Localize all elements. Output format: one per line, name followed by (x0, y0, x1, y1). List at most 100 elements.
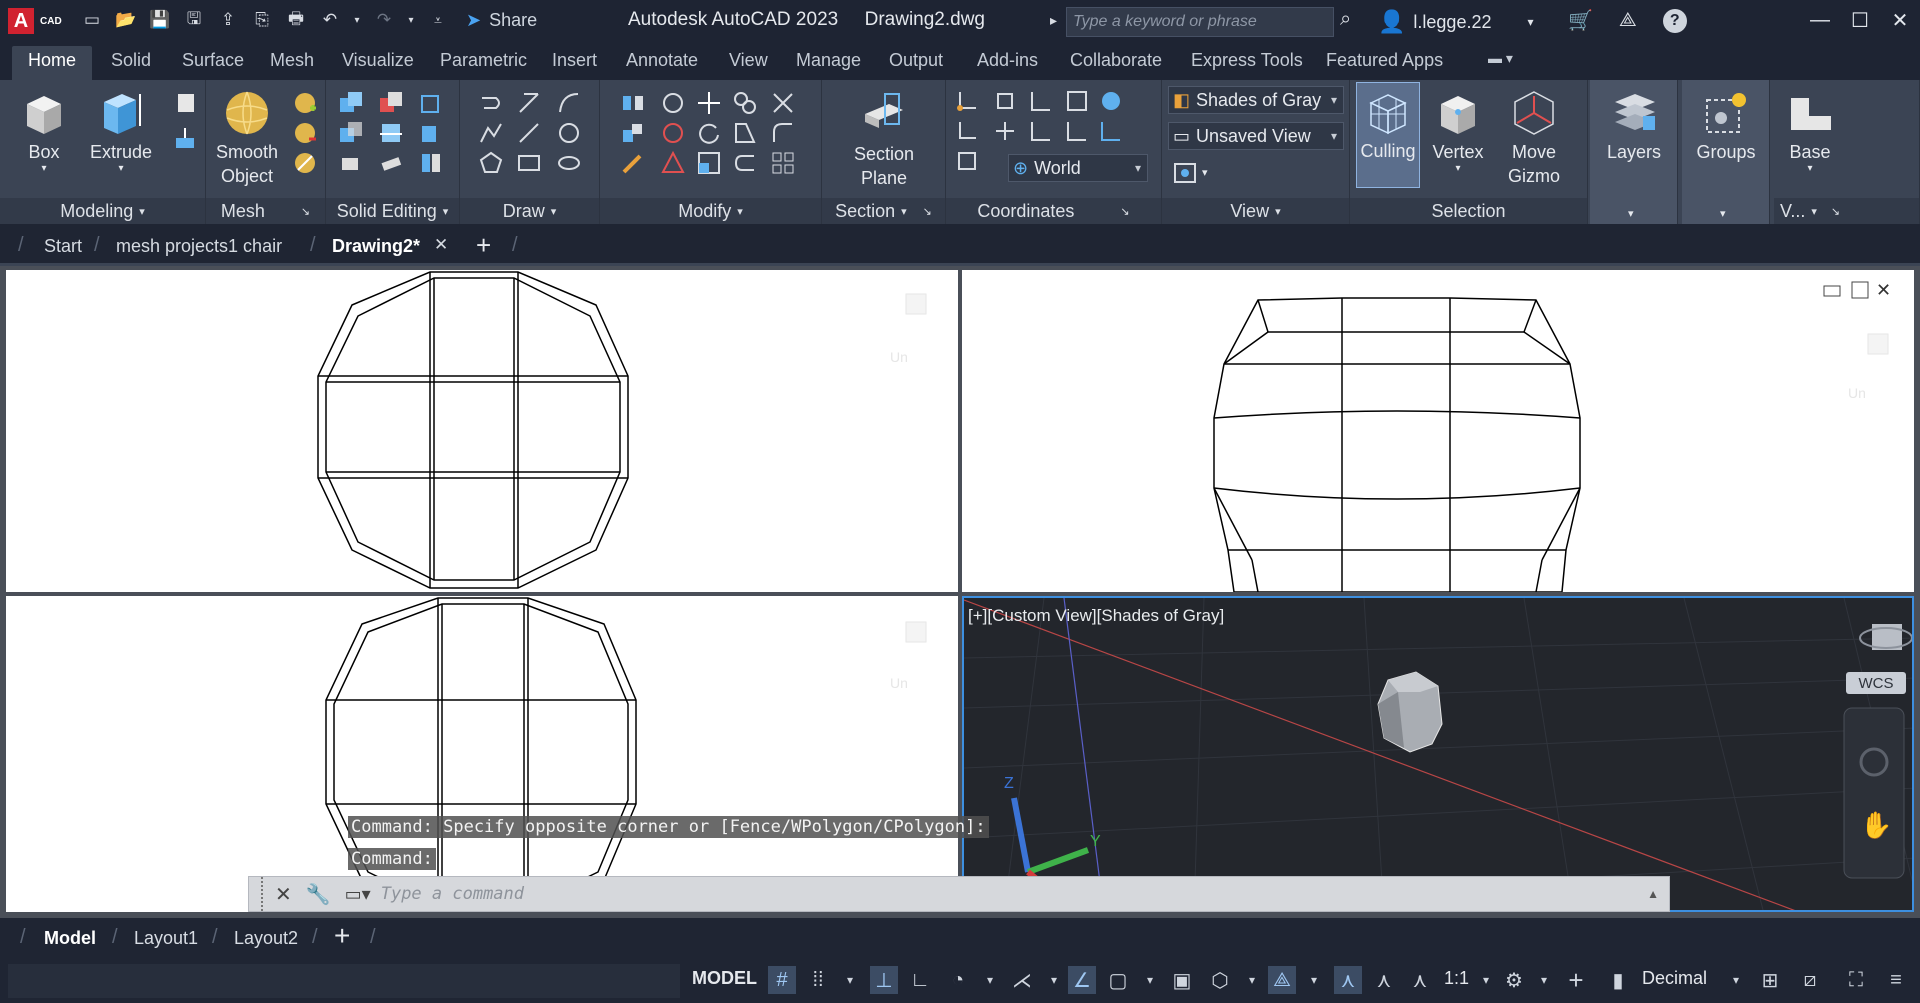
panel-mesh-label[interactable]: Mesh ↘ (206, 198, 325, 224)
viewport-minimize-icon[interactable] (1823, 285, 1841, 297)
gizmo-icon[interactable]: ⟁ (1268, 966, 1296, 994)
3d-osnap-icon[interactable]: ⬡ (1206, 966, 1234, 994)
tab-mesh[interactable]: Mesh (270, 50, 314, 71)
solid-3d-rotate-icon[interactable] (660, 90, 686, 116)
panel-solid-editing-label[interactable]: Solid Editing ▾ (326, 198, 459, 224)
named-view-dropdown[interactable]: ▭ Unsaved View ▾ (1168, 122, 1344, 150)
infer-constraints-icon[interactable]: ⊥ (870, 966, 898, 994)
box-button[interactable]: Box ▾ (14, 88, 74, 174)
panel-modify-label[interactable]: Modify ▾ (600, 198, 821, 224)
object-snap-icon[interactable]: ▢ (1104, 966, 1132, 994)
tab-surface[interactable]: Surface (182, 50, 244, 71)
help-icon[interactable]: ? (1662, 8, 1687, 33)
close-command-icon[interactable]: ✕ (275, 882, 292, 907)
workspace-dropdown-icon[interactable]: ▾ (1530, 966, 1558, 994)
groups-expand-icon[interactable]: ▾ (1720, 207, 1726, 220)
customize-qat-icon[interactable]: ⩡ (426, 8, 450, 32)
ellipse-icon[interactable] (556, 150, 582, 176)
ucs-object-icon[interactable] (954, 148, 980, 174)
polyline-icon[interactable] (478, 90, 504, 116)
ucs-view-icon[interactable] (1098, 118, 1124, 144)
quick-properties-icon[interactable]: ⊞ (1756, 966, 1784, 994)
vertex-button[interactable]: Vertex ▾ (1428, 88, 1488, 174)
scale-dropdown-icon[interactable]: ▾ (1472, 966, 1500, 994)
polysolid-icon[interactable] (172, 90, 198, 116)
3d-array-icon[interactable] (660, 120, 686, 146)
new-layout-icon[interactable]: + (334, 920, 350, 952)
tab-output[interactable]: Output (889, 50, 943, 71)
save-icon[interactable]: 💾 (148, 8, 172, 32)
search-icon[interactable]: ⌕ (1340, 8, 1351, 31)
ribbon-minimize-icon[interactable]: ▬ ▾ (1488, 50, 1513, 67)
graphics-performance-icon[interactable]: ⧄ (1796, 966, 1824, 994)
ucs-dropdown[interactable]: ⊕ World ▾ (1008, 154, 1148, 182)
gizmo-dropdown-icon[interactable]: ▾ (1300, 966, 1328, 994)
mesh-smooth-less-icon[interactable] (292, 120, 318, 146)
maximize-icon[interactable]: ☐ (1840, 4, 1880, 36)
3d-osnap-dropdown-icon[interactable]: ▾ (1238, 966, 1266, 994)
tab-mesh-projects[interactable]: mesh projects1 chair (116, 236, 282, 257)
tab-insert[interactable]: Insert (552, 50, 597, 71)
command-input[interactable]: Type a command (381, 884, 524, 904)
tab-solid[interactable]: Solid (111, 50, 151, 71)
layers-expand-icon[interactable]: ▾ (1628, 207, 1634, 220)
polar-dropdown-icon[interactable]: ▾ (976, 966, 1004, 994)
undo-icon[interactable]: ↶ (318, 8, 342, 32)
move-icon[interactable] (696, 90, 722, 116)
ucs-3point-icon[interactable] (954, 118, 980, 144)
ucs-y-icon[interactable] (1028, 118, 1054, 144)
ucs-zaxis-icon[interactable] (992, 118, 1018, 144)
customization-menu-icon[interactable]: ≡ (1882, 966, 1910, 994)
app-menu-button[interactable]: A CAD (8, 7, 70, 35)
extract-edges-icon[interactable] (418, 120, 444, 146)
panel-section-label[interactable]: Section ▾ ↘ (822, 198, 945, 224)
grid-icon[interactable]: # (768, 966, 796, 994)
viewport-config-icon[interactable] (1172, 160, 1198, 186)
offset-icon[interactable] (732, 150, 758, 176)
move-gizmo-button[interactable]: Move Gizmo (1498, 88, 1570, 188)
annotation-visibility-icon[interactable]: ⋏ (1334, 966, 1362, 994)
tab-layout2[interactable]: Layout2 (234, 928, 298, 949)
share-button[interactable]: ➤ Share (466, 10, 537, 31)
plot-icon[interactable]: 🖶 (284, 8, 308, 32)
tab-view[interactable]: View (729, 50, 768, 71)
clean-screen-icon[interactable]: ⛶ (1842, 966, 1870, 994)
workspace-gear-icon[interactable]: ⚙ (1500, 966, 1528, 994)
tab-featured-apps[interactable]: Featured Apps (1326, 50, 1443, 71)
trim-icon[interactable] (770, 90, 796, 116)
units-value[interactable]: Decimal (1642, 968, 1707, 989)
customize-wrench-icon[interactable]: 🔧 (306, 882, 331, 907)
panel-coordinates-label[interactable]: Coordinates ↘ (946, 198, 1161, 224)
tab-start[interactable]: Start (44, 236, 82, 257)
units-dropdown-icon[interactable]: ▾ (1722, 966, 1750, 994)
circle-icon[interactable] (556, 120, 582, 146)
tab-express-tools[interactable]: Express Tools (1191, 50, 1303, 71)
units-icon[interactable]: ▮ (1604, 966, 1632, 994)
isodraft-icon[interactable]: ⋌ (1008, 966, 1036, 994)
align-icon[interactable] (620, 120, 646, 146)
spline-icon[interactable] (478, 120, 504, 146)
ucs-named-icon[interactable] (1064, 88, 1090, 114)
rotate-icon[interactable] (696, 120, 722, 146)
new-tab-icon[interactable]: + (476, 230, 491, 261)
polar-icon[interactable]: ◔ (944, 966, 972, 994)
command-history-expand-icon[interactable]: ▲ (1647, 887, 1659, 901)
extrude-button[interactable]: Extrude ▾ (88, 88, 154, 174)
tab-home[interactable]: Home (12, 46, 93, 80)
viewport-bottom-right[interactable]: Z Y ✋ [+][Custom View][Shades of Gray] W… (962, 596, 1914, 912)
ortho-icon[interactable]: ∟ (906, 966, 934, 994)
viewport-config-dropdown-icon[interactable]: ▾ (1202, 166, 1208, 179)
interfere-icon[interactable] (418, 90, 444, 116)
lineweight-icon[interactable]: ▣ (1168, 966, 1196, 994)
cart-icon[interactable]: 🛒 (1568, 8, 1593, 33)
line-icon[interactable] (516, 90, 542, 116)
autodesk-app-icon[interactable]: ⟁ (1619, 9, 1637, 32)
thicken-icon[interactable] (338, 150, 364, 176)
arc-icon[interactable] (556, 90, 582, 116)
copy-icon[interactable] (732, 90, 758, 116)
base-button[interactable]: Base ▾ (1780, 88, 1840, 174)
separate-icon[interactable] (378, 150, 404, 176)
new-file-icon[interactable]: ▭ (80, 8, 104, 32)
tab-collaborate[interactable]: Collaborate (1070, 50, 1162, 71)
viewport-close-icon[interactable]: ✕ (1876, 280, 1891, 300)
